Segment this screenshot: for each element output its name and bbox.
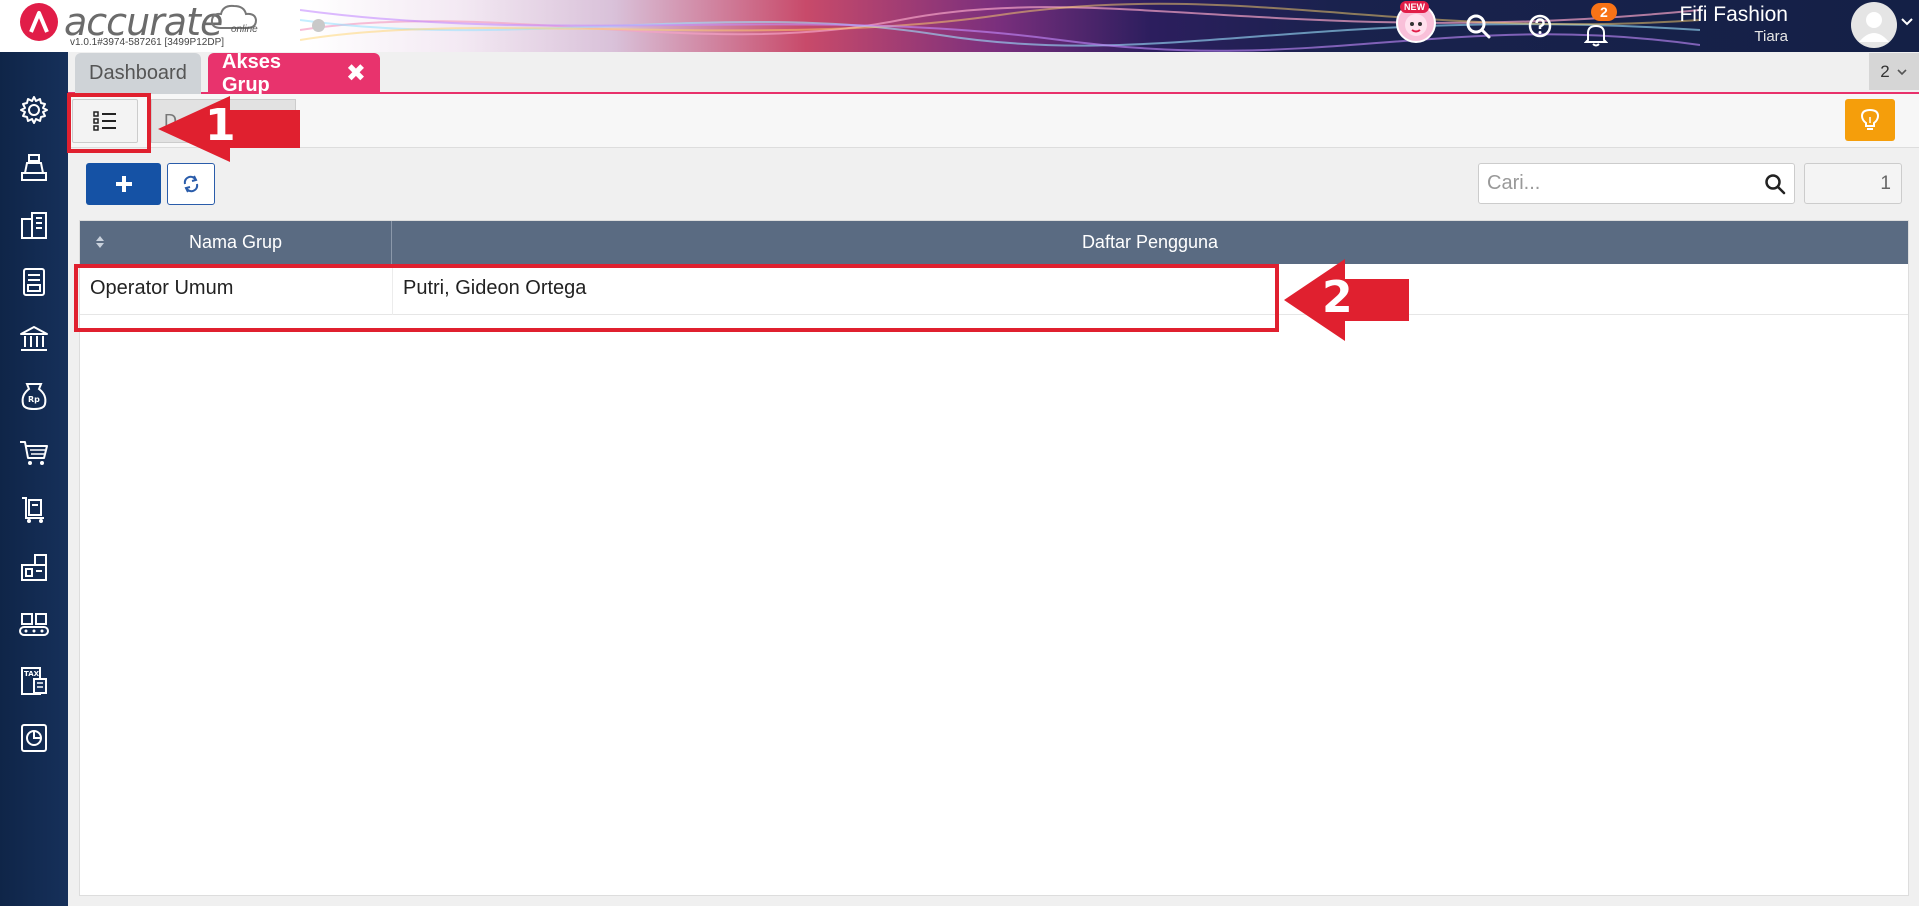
user-avatar[interactable]: [1851, 2, 1897, 48]
sort-icon[interactable]: [94, 234, 106, 250]
search-input[interactable]: [1479, 164, 1749, 203]
cash-register-icon[interactable]: [14, 147, 54, 187]
version-text: v1.0.1#3974-587261 [3499P12DP]: [70, 37, 225, 48]
svg-text:TAX: TAX: [24, 670, 40, 678]
page-number-field[interactable]: 1: [1804, 163, 1902, 204]
lightbulb-icon: [1860, 108, 1880, 130]
tab-akses-grup-label: Akses Grup: [222, 50, 281, 96]
settings-gear-icon[interactable]: [14, 90, 54, 130]
user-name[interactable]: Tiara: [1754, 28, 1788, 45]
purchase-trolley-icon[interactable]: [14, 490, 54, 530]
annotation-number-1: 1: [205, 100, 236, 151]
close-icon[interactable]: ✖: [346, 59, 366, 88]
shopping-cart-icon[interactable]: [14, 433, 54, 473]
company-name[interactable]: Fifi Fashion: [1679, 3, 1788, 27]
accurate-logo-icon: [20, 3, 58, 41]
open-tabs-count: 2: [1880, 61, 1890, 81]
ledger-book-icon[interactable]: [14, 262, 54, 302]
highlight-box-2: [74, 264, 1279, 332]
money-bag-icon[interactable]: Rp: [14, 376, 54, 416]
company-building-icon[interactable]: [14, 205, 54, 245]
add-button[interactable]: [86, 163, 161, 205]
brand-name: accurate: [64, 0, 223, 44]
manufacturing-conveyor-icon[interactable]: [14, 604, 54, 644]
chevron-down-icon[interactable]: [1900, 14, 1914, 28]
main-content: 1 Nama Grup Daftar Pengguna Operator Umu…: [79, 148, 1909, 896]
new-badge-label: NEW: [1400, 1, 1429, 13]
chevron-down-icon: [1897, 68, 1907, 75]
plus-icon: [115, 176, 132, 192]
refresh-button[interactable]: [167, 163, 215, 205]
brand-logo[interactable]: accurate: [20, 0, 223, 44]
status-dot: [312, 19, 325, 32]
tab-dashboard[interactable]: Dashboard: [75, 53, 201, 94]
page-number: 1: [1880, 172, 1891, 194]
view-toggle-strip: D: [68, 94, 1919, 148]
tax-document-icon[interactable]: TAX: [14, 661, 54, 701]
notification-count-badge: 2: [1591, 3, 1617, 21]
notification-bell-icon[interactable]: [1580, 18, 1612, 50]
brand-suffix: online: [231, 24, 258, 35]
column-header-daftar-pengguna-label: Daftar Pengguna: [1081, 232, 1219, 252]
sidebar: Rp TAX: [0, 52, 68, 906]
help-icon[interactable]: [1524, 10, 1556, 42]
search-icon[interactable]: [1462, 10, 1494, 42]
inventory-warehouse-icon[interactable]: [14, 547, 54, 587]
svg-text:Rp: Rp: [28, 395, 40, 404]
open-tabs-counter[interactable]: 2: [1869, 53, 1919, 90]
column-header-nama-grup[interactable]: Nama Grup: [80, 221, 392, 264]
tab-akses-grup[interactable]: Akses Grup ✖: [208, 50, 380, 96]
annotation-number-2: 2: [1322, 272, 1353, 323]
tab-bar: Dashboard Akses Grup ✖ 2: [68, 50, 1919, 96]
table-header: Nama Grup Daftar Pengguna: [80, 221, 1908, 264]
tab-dashboard-label: Dashboard: [89, 62, 187, 84]
refresh-icon: [183, 175, 199, 193]
report-pie-chart-icon[interactable]: [14, 718, 54, 758]
search-box: [1478, 163, 1795, 204]
bank-icon[interactable]: [14, 319, 54, 359]
column-header-daftar-pengguna[interactable]: Daftar Pengguna: [392, 221, 1908, 264]
column-header-nama-grup-label: Nama Grup: [188, 232, 283, 252]
tips-button[interactable]: [1845, 99, 1895, 141]
search-icon[interactable]: [1764, 173, 1786, 195]
highlight-box-1: [67, 93, 151, 153]
app-header: accurate online v1.0.1#3974-587261 [3499…: [0, 0, 1919, 52]
